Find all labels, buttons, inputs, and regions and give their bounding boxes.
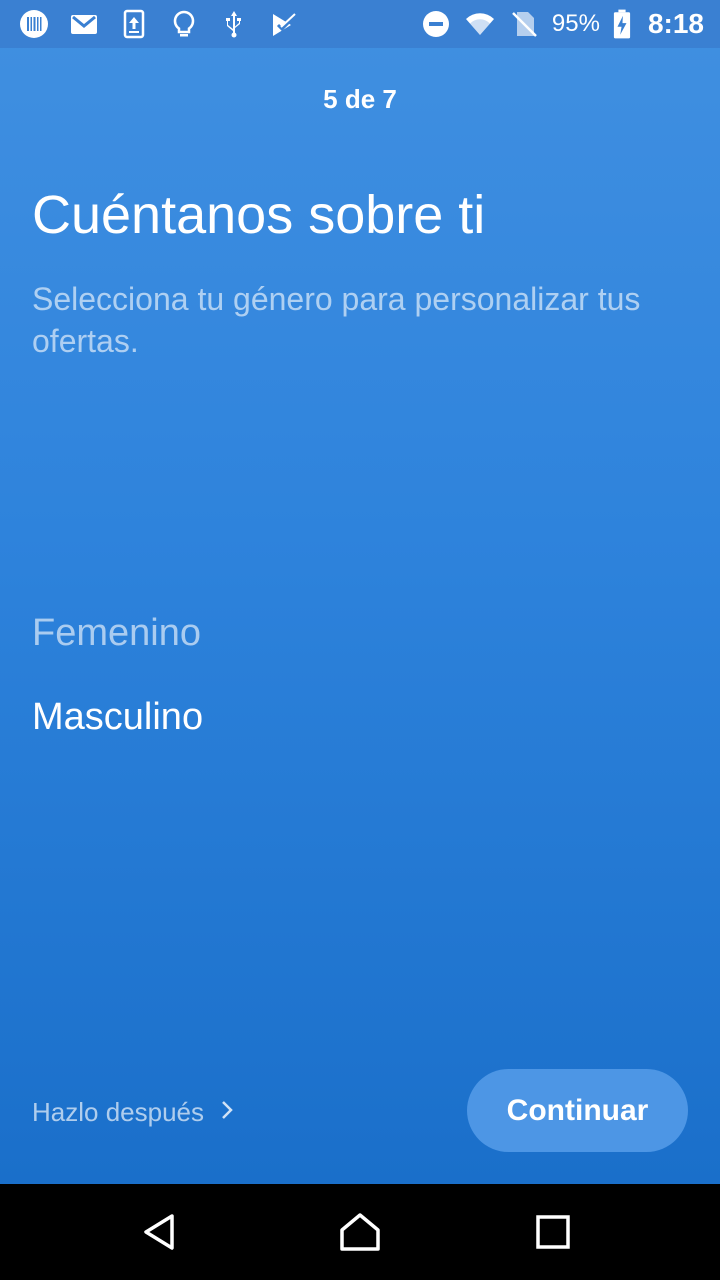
checkmark-app-icon — [268, 8, 300, 40]
gender-option-masculino[interactable]: Masculino — [32, 696, 203, 739]
wifi-icon — [464, 8, 496, 40]
page-title: Cuéntanos sobre ti — [32, 185, 486, 245]
chevron-right-icon — [218, 1097, 236, 1128]
skip-link[interactable]: Hazlo después — [32, 1094, 236, 1130]
page-subtitle: Selecciona tu género para personalizar t… — [32, 281, 641, 359]
status-bar: 95% 8:18 — [0, 0, 720, 48]
home-icon[interactable] — [330, 1202, 390, 1262]
no-sim-icon — [508, 8, 540, 40]
skip-label: Hazlo después — [32, 1096, 204, 1127]
clock: 8:18 — [647, 8, 704, 39]
battery-charging-icon — [612, 8, 632, 40]
back-icon[interactable] — [130, 1202, 190, 1262]
step-indicator: 5 de 7 — [323, 84, 397, 114]
battery-percent: 95% — [551, 10, 600, 37]
navigation-bar — [0, 1184, 720, 1280]
gmail-icon — [68, 8, 100, 40]
lightbulb-icon — [168, 8, 200, 40]
onboarding-screen: 95% 8:18 5 de 7 Cuéntanos sobre ti Selec… — [0, 0, 720, 1184]
recents-icon[interactable] — [523, 1202, 583, 1262]
gender-option-femenino[interactable]: Femenino — [32, 612, 201, 655]
usb-icon — [218, 8, 250, 40]
upload-icon — [118, 8, 150, 40]
do-not-disturb-icon — [420, 8, 452, 40]
continue-button[interactable]: Continuar — [467, 1069, 688, 1152]
barcode-icon — [18, 8, 50, 40]
